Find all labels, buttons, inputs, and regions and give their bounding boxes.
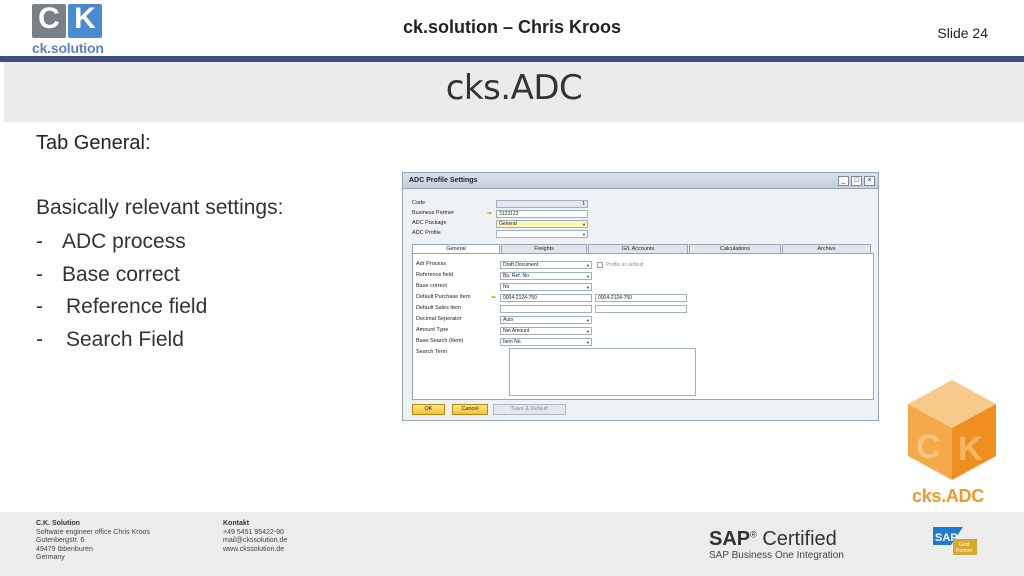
contact-website[interactable]: www.ckssolution.de: [223, 546, 287, 555]
code-label: Code: [412, 200, 426, 206]
adc-package-row: ADC Package General ▼: [412, 220, 592, 228]
decimal-separator-row: Decimal Seperator Auto ▼: [416, 316, 696, 324]
company-line: Germany: [36, 554, 65, 561]
company-line: Software engineer office Chris Kroos: [36, 528, 150, 536]
chevron-down-icon: ▼: [582, 232, 586, 237]
decimal-separator-label: Decimal Seperator: [416, 316, 462, 322]
intro-text: Basically relevant settings:: [36, 196, 284, 219]
svg-text:Partner: Partner: [956, 548, 973, 554]
chevron-down-icon: ▼: [586, 263, 590, 268]
base-correct-label: Base correct: [416, 283, 447, 289]
link-arrow-icon[interactable]: ➡: [491, 294, 496, 301]
code-row: Code 1: [412, 200, 592, 208]
list-item: - ADC process: [36, 230, 186, 253]
window-title: ADC Profile Settings: [409, 177, 478, 184]
svg-text:C: C: [916, 428, 941, 466]
decimal-separator-select[interactable]: Auto ▼: [500, 316, 592, 324]
slide-header: C K ck.solution ck.solution – Chris Kroo…: [0, 0, 1024, 56]
sap-gold-partner-logo: SAP Gold Partner: [933, 527, 977, 555]
adc-package-select[interactable]: General ▼: [496, 220, 588, 228]
search-term-label: Search Term: [416, 349, 448, 355]
list-item: - Base correct: [36, 262, 180, 286]
slide-number: Slide 24: [937, 25, 988, 41]
base-search-row: Base Search (Item) Item No. ▼: [416, 338, 696, 346]
business-partner-field[interactable]: 3123123: [496, 210, 588, 218]
business-partner-label: Business Partner: [412, 210, 454, 216]
default-sales-item-row: Default Sales Item: [416, 305, 696, 313]
default-sales-item-name-field[interactable]: [595, 305, 687, 313]
adr-process-select[interactable]: Draft Document ▼: [500, 261, 592, 269]
chevron-down-icon: ▼: [586, 340, 590, 345]
contact-email[interactable]: mail@ckssolution.de: [223, 537, 287, 546]
link-arrow-icon[interactable]: ➡: [487, 210, 492, 217]
settings-list: - ADC process - Base correct - Reference fi…: [36, 228, 207, 358]
logo-wordmark: ck.solution: [32, 40, 104, 56]
cks-adc-cube-icon: C K: [908, 380, 996, 480]
window-titlebar[interactable]: ADC Profile Settings _ □ ×: [403, 173, 878, 189]
search-term-textarea[interactable]: [509, 348, 696, 396]
business-partner-row: Business Partner ➡ 3123123: [412, 210, 592, 218]
list-item: - Reference field: [36, 295, 208, 318]
company-info: C.K. Solution Software engineer office C…: [36, 520, 150, 563]
default-sales-item-label: Default Sales Item: [416, 305, 461, 311]
reference-field-row: Reference field Bp. Ref. No. ▼: [416, 272, 696, 280]
title-band: cks.ADC: [4, 62, 1024, 122]
list-item: - Search Field: [36, 327, 184, 351]
save-default-button[interactable]: Save & Default: [493, 404, 566, 415]
sap-certified-mark: SAP® Certified SAP Business One Integrat…: [709, 528, 844, 561]
company-line: 49479 Ibbenburen: [36, 545, 93, 553]
amount-type-label: Amount Type: [416, 327, 449, 333]
adc-profile-label: ADC Profile: [412, 230, 441, 236]
amount-type-row: Amount Type Net Amount ▼: [416, 327, 696, 335]
amount-type-select[interactable]: Net Amount ▼: [500, 327, 592, 335]
chevron-down-icon: ▼: [586, 285, 590, 290]
company-line: Gutenbergstr. 6: [36, 537, 85, 544]
tab-heading: Tab General:: [36, 132, 151, 154]
default-purchase-item-row: Default Purchase Item ➡ 0004-2124-750 00…: [416, 294, 696, 302]
minimize-button[interactable]: _: [838, 176, 849, 186]
base-correct-select[interactable]: No ▼: [500, 283, 592, 291]
adr-process-row: Adr Process Draft Document ▼: [416, 261, 696, 269]
contact-heading: Kontakt: [223, 520, 250, 527]
maximize-button[interactable]: □: [851, 176, 862, 186]
chevron-down-icon: ▼: [586, 274, 590, 279]
adc-profile-settings-window: ADC Profile Settings _ □ × Code 1 Busine…: [402, 172, 879, 421]
profile-default-label: Profile as default: [606, 262, 644, 268]
profile-default-checkbox[interactable]: [597, 262, 603, 268]
default-purchase-item-label: Default Purchase Item: [416, 294, 471, 300]
close-button[interactable]: ×: [864, 176, 875, 186]
code-field[interactable]: 1: [496, 200, 588, 208]
default-purchase-item-field[interactable]: 0004-2124-750: [500, 294, 592, 302]
chevron-down-icon: ▼: [586, 318, 590, 323]
chevron-down-icon: ▼: [582, 222, 586, 227]
svg-text:K: K: [958, 430, 983, 468]
contact-phone: +49 5451 95422-90: [223, 528, 284, 536]
default-sales-item-field[interactable]: [500, 305, 592, 313]
reference-field-label: Reference field: [416, 272, 453, 278]
slide-footer: C.K. Solution Software engineer office C…: [0, 512, 1024, 576]
header-title: ck.solution – Chris Kroos: [402, 17, 622, 37]
cancel-button[interactable]: Cancel: [452, 404, 488, 415]
adc-profile-select[interactable]: ▼: [496, 230, 588, 238]
base-search-select[interactable]: Item No. ▼: [500, 338, 592, 346]
general-tab-panel: Adr Process Draft Document ▼ Profile as d…: [412, 253, 874, 400]
contact-info: Kontakt +49 5451 95422-90 mail@ckssoluti…: [223, 520, 287, 554]
adr-process-label: Adr Process: [416, 261, 446, 267]
search-term-row: Search Term: [416, 349, 496, 357]
base-search-label: Base Search (Item): [416, 338, 464, 344]
adc-package-label: ADC Package: [412, 220, 447, 226]
base-correct-row: Base correct No ▼: [416, 283, 696, 291]
default-purchase-item-name-field[interactable]: 0004-2124-750: [595, 294, 687, 302]
certification-subtitle: SAP Business One Integration: [709, 550, 844, 561]
page-title: cks.ADC: [445, 68, 583, 108]
product-label: cks.ADC: [912, 486, 984, 506]
company-heading: C.K. Solution: [36, 520, 80, 527]
reference-field-select[interactable]: Bp. Ref. No. ▼: [500, 272, 592, 280]
ok-button[interactable]: OK: [412, 404, 445, 415]
adc-profile-row: ADC Profile ▼: [412, 230, 592, 238]
chevron-down-icon: ▼: [586, 329, 590, 334]
